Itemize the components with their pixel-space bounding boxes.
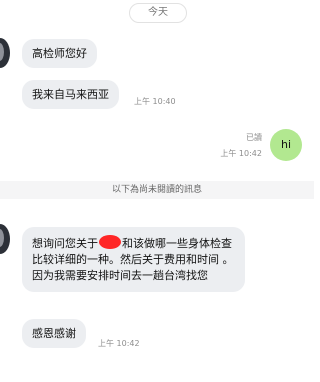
message-time: 上午 10:42 [220,149,262,158]
incoming-message-bubble[interactable]: 高检师您好 [22,39,97,68]
incoming-message-bubble[interactable]: 感恩感谢 [22,319,86,348]
read-receipt: 已讀 [246,133,262,142]
unread-divider: 以下為尚未閱讀的訊息 [0,181,314,199]
outgoing-message-bubble[interactable]: hi [270,129,302,161]
redaction-mark [99,235,121,249]
incoming-message-bubble[interactable]: 想询问您关于 和该做哪一些身体检查 比较详细的一种。然后关于费用和时间 。因为我需… [22,227,245,292]
sender-avatar[interactable] [0,38,10,68]
message-time: 上午 10:42 [98,339,140,348]
message-time: 上午 10:40 [134,97,176,106]
sender-avatar[interactable] [0,224,10,254]
date-label: 今天 [129,3,187,23]
incoming-message-bubble[interactable]: 我来自马来西亚 [22,80,119,109]
message-text: 想询问您关于 [32,237,98,250]
